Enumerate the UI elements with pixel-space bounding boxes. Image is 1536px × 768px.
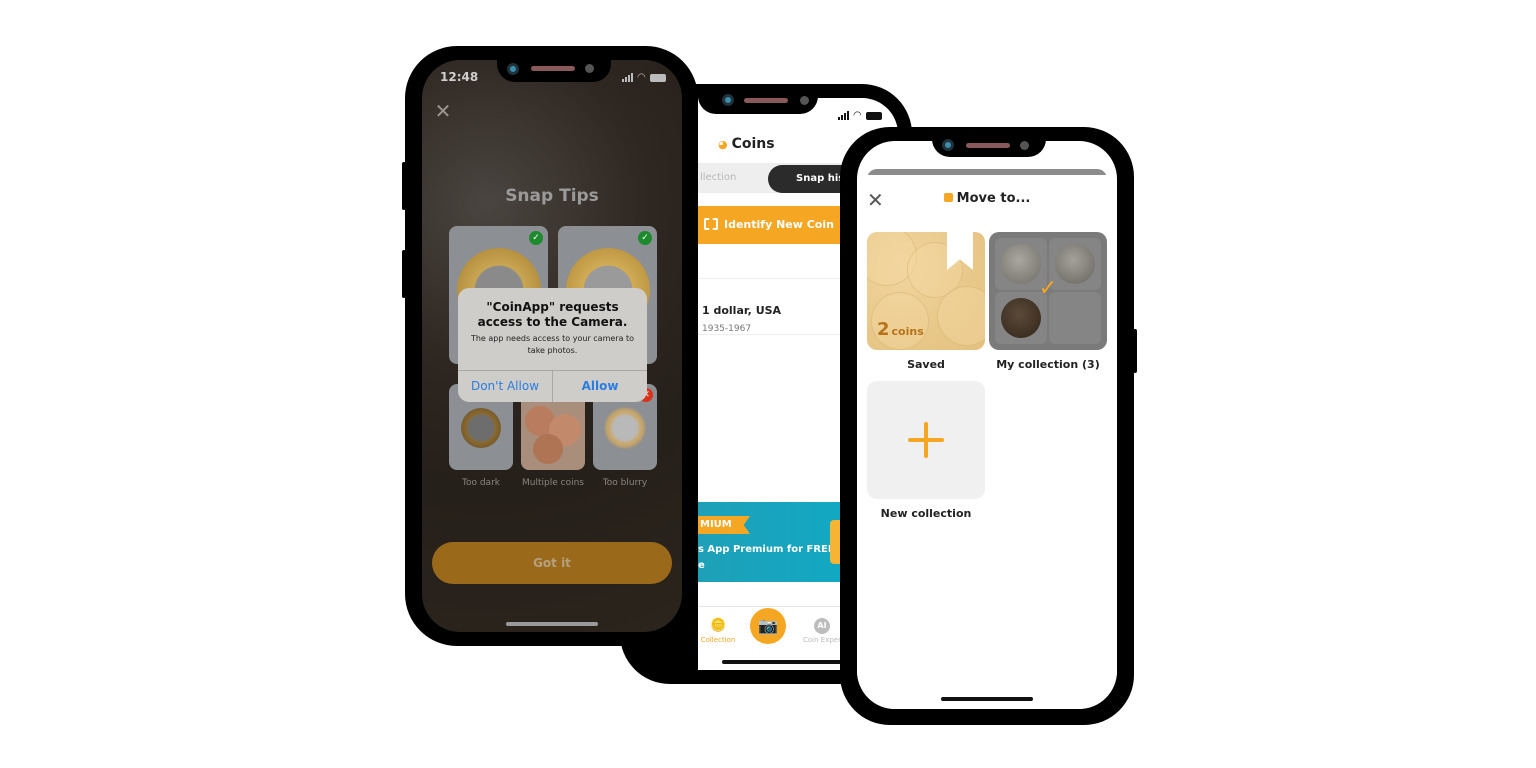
coins-header: ◕ Coins (718, 136, 775, 152)
coin-image (533, 434, 563, 464)
new-collection-button[interactable] (867, 381, 985, 499)
coins-title: Coins (731, 136, 775, 152)
collection-card-saved[interactable]: 2 coins (867, 232, 985, 350)
tabbar-collection-label: Collection (700, 636, 736, 644)
wifi-icon: ◠ (1061, 149, 1070, 160)
coins-count-number: 2 (877, 319, 890, 340)
move-to-title: Move to... (956, 191, 1031, 206)
premium-banner[interactable]: MIUM s App Premium for FREE e (698, 502, 858, 582)
power-button (1133, 329, 1137, 373)
tabbar-collection[interactable]: 🪙 Collection (700, 618, 736, 644)
battery-icon (1073, 150, 1090, 159)
tabbar-coin-expert-label: Coin Exper (803, 636, 841, 644)
allow-button[interactable]: Allow (553, 371, 647, 402)
home-indicator (506, 622, 598, 626)
speaker (531, 66, 575, 71)
selected-check-icon: ✓ (1038, 276, 1058, 301)
tip-label-too-blurry: Too blurry (602, 478, 648, 488)
wifi-icon: ◠ (637, 72, 646, 83)
camera-permission-dialog: "CoinApp" requests access to the Camera.… (458, 288, 647, 402)
identify-new-coin-button[interactable]: Identify New Coin (698, 206, 848, 244)
notch (932, 127, 1046, 157)
sensor (585, 64, 594, 73)
coin-name: 1 dollar, USA (702, 304, 782, 317)
coin-image (461, 408, 501, 448)
move-to-screen: ✕ Move to... 2 coins Saved ✓ My collecti… (857, 141, 1117, 709)
status-icons: ◠ (1046, 149, 1090, 160)
tab-collection[interactable]: llection (698, 163, 736, 193)
got-it-button[interactable]: Got it (432, 542, 672, 584)
coin-image (1001, 298, 1041, 338)
new-collection-label: New collection (880, 507, 972, 520)
scan-icon (704, 218, 718, 230)
identify-label: Identify New Coin (724, 218, 834, 231)
signal-icon (622, 73, 633, 82)
camera-icon: 📷 (758, 616, 778, 635)
coin-image (937, 286, 985, 346)
phone-snap-tips: 12:48 ◠ ✕ Snap Tips ✓ ✓ Too dark Multipl… (402, 46, 698, 646)
dialog-message: The app needs access to your camera to t… (470, 334, 635, 355)
front-camera-icon (942, 139, 954, 151)
speaker (744, 98, 788, 103)
check-badge-icon: ✓ (638, 231, 652, 245)
move-to-sheet: ✕ Move to... 2 coins Saved ✓ My collecti… (857, 175, 1117, 709)
battery-icon (649, 73, 666, 82)
close-button[interactable]: ✕ (432, 100, 454, 122)
coin-logo-icon: ◕ (718, 138, 728, 151)
collection-label-my-collection: My collection (3) (996, 358, 1100, 371)
snap-tips-screen: 12:48 ◠ ✕ Snap Tips ✓ ✓ Too dark Multipl… (422, 60, 682, 632)
coin-image (1055, 244, 1095, 284)
coin-years: 1935-1967 (702, 324, 752, 334)
status-time: 12:48 (877, 149, 916, 163)
status-icons: ◠ (838, 110, 882, 121)
tip-label-multiple-coins: Multiple coins (522, 478, 584, 488)
tip-label-too-dark: Too dark (462, 478, 500, 488)
collection-card-my-collection[interactable]: ✓ (989, 232, 1107, 350)
battery-icon (865, 111, 882, 120)
close-icon: ✕ (434, 99, 452, 123)
notch (698, 84, 818, 114)
dialog-title: "CoinApp" requests access to the Camera. (477, 300, 628, 329)
move-to-header: Move to... (857, 191, 1117, 206)
coins-count: 2 coins (877, 319, 924, 340)
coin-image (1001, 244, 1041, 284)
signal-icon (838, 111, 849, 120)
home-indicator (941, 697, 1033, 701)
volume-down-button (402, 250, 406, 298)
sensor (1020, 141, 1029, 150)
phone-move-to: ✕ Move to... 2 coins Saved ✓ My collecti… (840, 127, 1137, 725)
ai-icon: AI (814, 618, 830, 634)
volume-up-button (402, 162, 406, 210)
snap-tips-title: Snap Tips (505, 186, 599, 206)
coins-count-unit: coins (891, 325, 924, 338)
collection-icon: 🪙 (710, 618, 727, 633)
folder-icon (943, 193, 953, 202)
sensor (800, 96, 809, 105)
front-camera-icon (507, 63, 519, 75)
tabbar-coin-expert[interactable]: AI Coin Exper (798, 618, 846, 644)
status-time: 12:48 (440, 70, 479, 84)
premium-tag: MIUM (698, 516, 750, 534)
check-badge-icon: ✓ (529, 231, 543, 245)
app-showcase: ◕ Coins llection Snap hist Identify New C… (0, 0, 1536, 768)
dont-allow-button[interactable]: Don't Allow (458, 371, 552, 402)
home-indicator (722, 660, 842, 664)
collection-label-saved: Saved (907, 358, 945, 371)
status-icons: ◠ (622, 72, 666, 83)
speaker (966, 143, 1010, 148)
notch (497, 60, 611, 82)
signal-icon (1046, 150, 1057, 159)
wifi-icon: ◠ (853, 110, 862, 121)
coin-image (605, 408, 645, 448)
front-camera-icon (722, 94, 734, 106)
camera-button[interactable]: 📷 (750, 608, 786, 644)
plus-icon (908, 422, 944, 458)
